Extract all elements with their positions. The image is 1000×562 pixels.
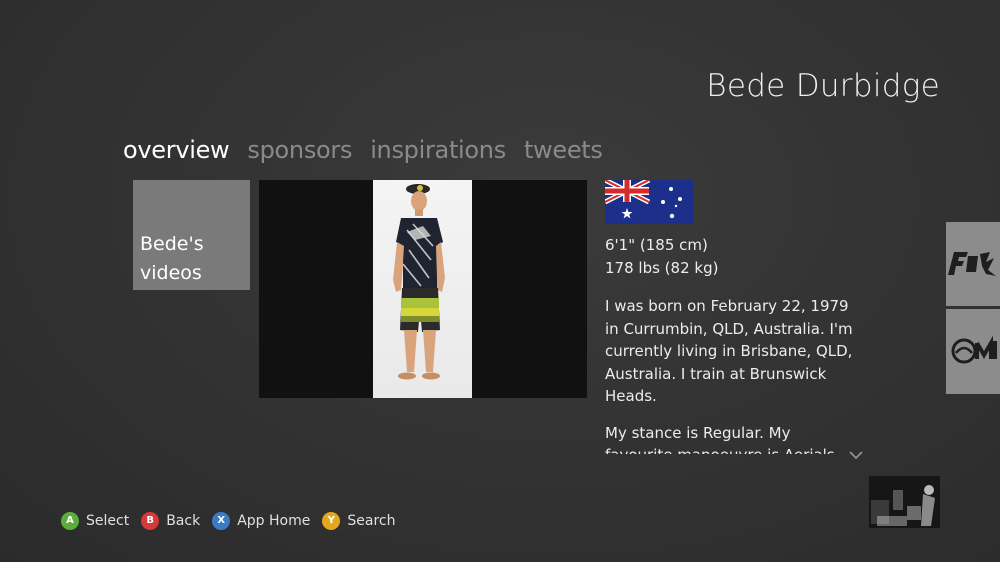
back-hint-label: Back xyxy=(166,513,201,529)
search-hint-label: Search xyxy=(347,513,396,529)
tab-overview[interactable]: overview xyxy=(123,136,230,164)
a-button-icon: A xyxy=(61,512,79,530)
kinect-camera-preview xyxy=(869,476,940,528)
australia-flag-icon xyxy=(603,177,693,224)
pivot-tabs: overview sponsors inspirations tweets xyxy=(123,136,603,164)
tab-inspirations[interactable]: inspirations xyxy=(370,136,506,164)
videos-tile[interactable]: Bede's videos xyxy=(133,180,250,290)
fox-logo-icon xyxy=(948,252,996,276)
oneill-logo-icon xyxy=(951,335,997,364)
athlete-photo xyxy=(373,180,472,398)
sponsor-tile-fox[interactable] xyxy=(946,222,1000,306)
y-button-icon: Y xyxy=(322,512,341,530)
surfer-figure-icon xyxy=(393,184,445,380)
select-hint-label: Select xyxy=(86,513,130,529)
videos-tile-label: Bede's videos xyxy=(140,233,204,284)
tab-tweets[interactable]: tweets xyxy=(524,136,603,164)
chevron-down-icon[interactable] xyxy=(848,446,864,460)
page-title: Bede Durbidge xyxy=(706,68,940,104)
tab-sponsors[interactable]: sponsors xyxy=(247,136,352,164)
athlete-info: 6'1" (185 cm) 178 lbs (82 kg) I was born… xyxy=(605,234,860,454)
weight-text: 178 lbs (82 kg) xyxy=(605,258,719,277)
back-hint[interactable]: B Back xyxy=(141,512,200,530)
b-button-icon: B xyxy=(141,512,160,530)
height-text: 6'1" (185 cm) xyxy=(605,236,708,254)
bio-text: I was born on February 22, 1979 in Curru… xyxy=(605,297,853,405)
select-hint[interactable]: A Select xyxy=(61,512,129,530)
search-hint[interactable]: Y Search xyxy=(322,512,395,530)
athlete-photo-frame xyxy=(259,180,587,398)
controller-hints: A Select B Back X App Home Y Search xyxy=(61,512,407,530)
app-screen: Bede Durbidge overview sponsors inspirat… xyxy=(0,0,1000,562)
bio-more-text: My stance is Regular. My favourite manoe… xyxy=(605,423,835,455)
app-home-hint[interactable]: X App Home xyxy=(212,512,310,530)
app-home-hint-label: App Home xyxy=(237,513,311,529)
sponsor-tile-oneill[interactable] xyxy=(946,309,1000,394)
x-button-icon: X xyxy=(212,512,231,530)
